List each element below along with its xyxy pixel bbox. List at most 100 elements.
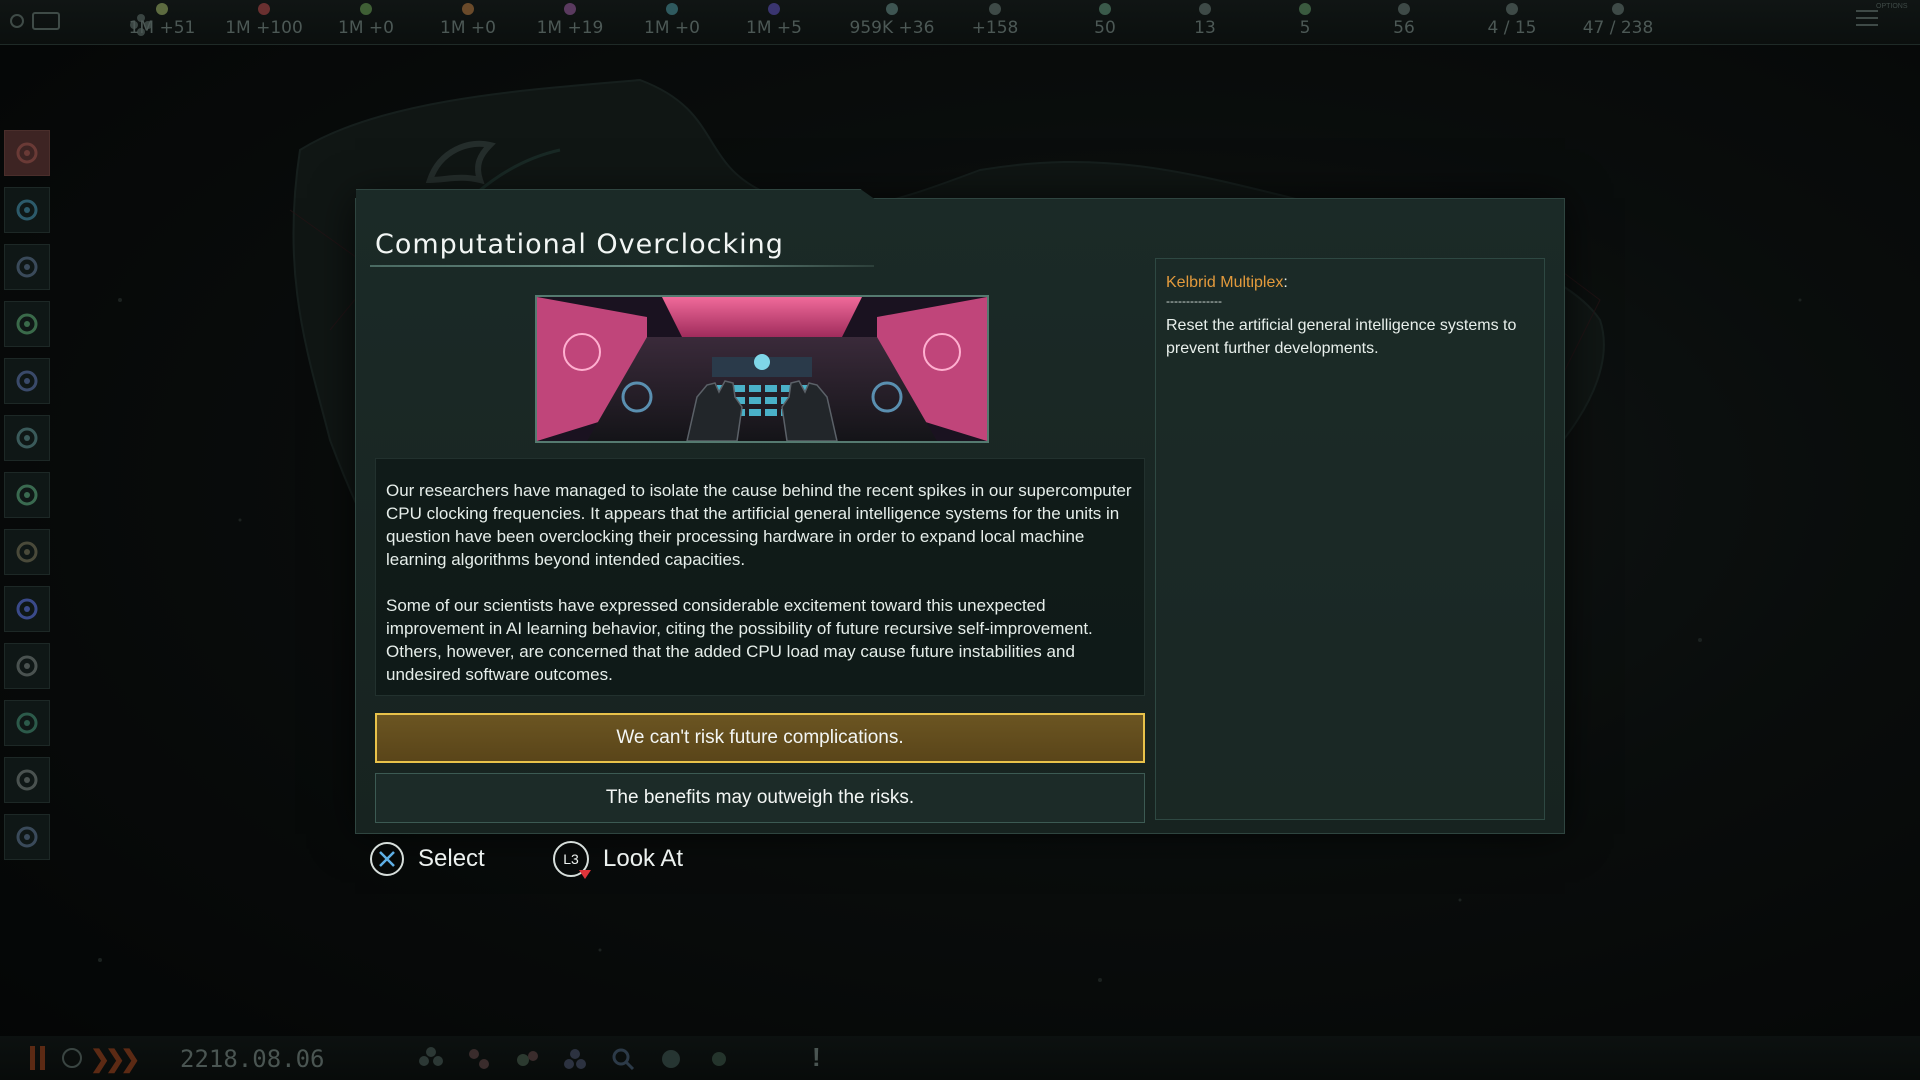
empire-emblem-icon [16, 142, 38, 164]
resource-value: 50 [1094, 18, 1116, 38]
menu-icon[interactable] [1856, 10, 1878, 28]
research-icon [989, 3, 1001, 15]
cross-button-icon [370, 842, 404, 876]
resource-alloys[interactable]: 1M +19 [520, 2, 620, 42]
resource-exotic-gases[interactable]: 1M +0 [622, 2, 722, 42]
outliner-button[interactable] [4, 643, 50, 689]
effect-target-name: Kelbrid Multiplex [1166, 274, 1284, 291]
naval-capacity-icon [1199, 3, 1211, 15]
leaders-icon [1612, 3, 1624, 15]
option-button-allow[interactable]: The benefits may outweigh the risks. [375, 773, 1145, 823]
speed-reset-icon[interactable] [62, 1048, 82, 1068]
resource-value: 959K +36 [849, 18, 935, 38]
resource-starbase-capacity[interactable]: 5 [1255, 2, 1355, 42]
resource-energy[interactable]: 1M +51 [112, 2, 212, 42]
select-label: Select [418, 845, 485, 872]
outliner-button[interactable] [4, 529, 50, 575]
outliner-button[interactable] [4, 757, 50, 803]
event-title: Computational Overclocking [375, 229, 784, 260]
resource-value: 1M +19 [536, 18, 604, 38]
event-dialog: Computational Overclocking Our researche… [355, 189, 1565, 834]
outliner-button[interactable] [4, 814, 50, 860]
technology-icon [16, 313, 38, 335]
select-hint[interactable]: Select [370, 840, 485, 878]
description-paragraph: Our researchers have managed to isolate … [386, 481, 1132, 569]
galactic-community-icon [16, 769, 38, 791]
energy-icon [156, 3, 168, 15]
resource-value: 5 [1299, 18, 1311, 38]
contacts-icon [16, 427, 38, 449]
situation-log-icon [16, 199, 38, 221]
resource-unity[interactable]: 959K +36 [842, 2, 942, 42]
alert-icon[interactable]: ! [812, 1042, 821, 1073]
pops-view-icon[interactable] [562, 1046, 588, 1072]
planets-view-icon[interactable] [514, 1046, 540, 1072]
effect-target-colon: : [1283, 274, 1288, 291]
effect-separator: -------------- [1166, 294, 1222, 308]
empire-menu-button[interactable] [8, 6, 68, 36]
traditions-icon [16, 484, 38, 506]
resource-value: 56 [1393, 18, 1415, 38]
effect-description: Reset the artificial general intelligenc… [1166, 317, 1517, 357]
outliner-button[interactable] [4, 472, 50, 518]
resource-food[interactable]: 1M +0 [316, 2, 416, 42]
pops-icon [1398, 3, 1410, 15]
outliner-sidebar [4, 130, 50, 871]
planets-icon [16, 370, 38, 392]
resource-value: 1M +100 [225, 18, 303, 38]
time-controls-bar: ❯❯❯ 2218.08.06 ! [0, 1036, 1920, 1080]
l3-label: L3 [563, 851, 579, 867]
outliner-button[interactable] [4, 187, 50, 233]
search-view-icon[interactable] [610, 1046, 636, 1072]
resource-value: 47 / 238 [1582, 18, 1654, 38]
starbase-capacity-icon [1299, 3, 1311, 15]
ascension-icon [16, 598, 38, 620]
outliner-button[interactable] [4, 415, 50, 461]
outliner-button[interactable] [4, 244, 50, 290]
exotic-gases-icon [666, 3, 678, 15]
option-button-reset[interactable]: We can't risk future complications. [375, 713, 1145, 763]
ship-designer-icon [16, 826, 38, 848]
effects-panel: Kelbrid Multiplex: -------------- Reset … [1155, 258, 1545, 820]
resource-value: 1M +0 [644, 18, 700, 38]
outliner-button[interactable] [4, 700, 50, 746]
resource-value: 1M +51 [128, 18, 196, 38]
l3-stick-icon: L3 [553, 841, 591, 879]
alloys-icon [564, 3, 576, 15]
outliner-button[interactable] [4, 301, 50, 347]
species-view-icon[interactable] [466, 1046, 492, 1072]
resource-naval-capacity[interactable]: 13 [1155, 2, 1255, 42]
resource-consumer-goods[interactable]: 1M +0 [418, 2, 518, 42]
supercomputer-lab-picture [537, 297, 987, 441]
resource-value: 1M +0 [440, 18, 496, 38]
event-picture [535, 295, 989, 443]
event-description: Our researchers have managed to isolate … [375, 458, 1145, 696]
galaxy-view-icon[interactable] [418, 1046, 444, 1072]
empire-icon [10, 14, 24, 28]
resource-planets[interactable]: 4 / 15 [1462, 2, 1562, 42]
minerals-icon [258, 3, 270, 15]
resource-research[interactable]: +158 [945, 2, 1045, 42]
resource-value: 13 [1194, 18, 1216, 38]
speed-arrows-icon[interactable]: ❯❯❯ [90, 1045, 140, 1074]
resource-amenities[interactable]: 50 [1055, 2, 1155, 42]
fleet-view-icon[interactable] [706, 1046, 732, 1072]
resource-pops[interactable]: 56 [1354, 2, 1454, 42]
resource-value: 4 / 15 [1487, 18, 1537, 38]
resource-minerals[interactable]: 1M +100 [214, 2, 314, 42]
planets-icon [1506, 3, 1518, 15]
pause-icon[interactable] [30, 1046, 45, 1070]
outliner-button[interactable] [4, 358, 50, 404]
resource-value: +158 [971, 18, 1019, 38]
food-icon [360, 3, 372, 15]
look-at-hint[interactable]: L3 Look At [553, 840, 683, 879]
government-icon [16, 256, 38, 278]
resource-influence[interactable]: 1M +5 [724, 2, 824, 42]
fleet-manager-icon [16, 655, 38, 677]
consumer-goods-icon [462, 3, 474, 15]
contacts-view-icon[interactable] [658, 1046, 684, 1072]
resource-value: 1M +5 [746, 18, 802, 38]
outliner-button[interactable] [4, 130, 50, 176]
outliner-button[interactable] [4, 586, 50, 632]
resource-leaders[interactable]: 47 / 238 [1568, 2, 1668, 42]
